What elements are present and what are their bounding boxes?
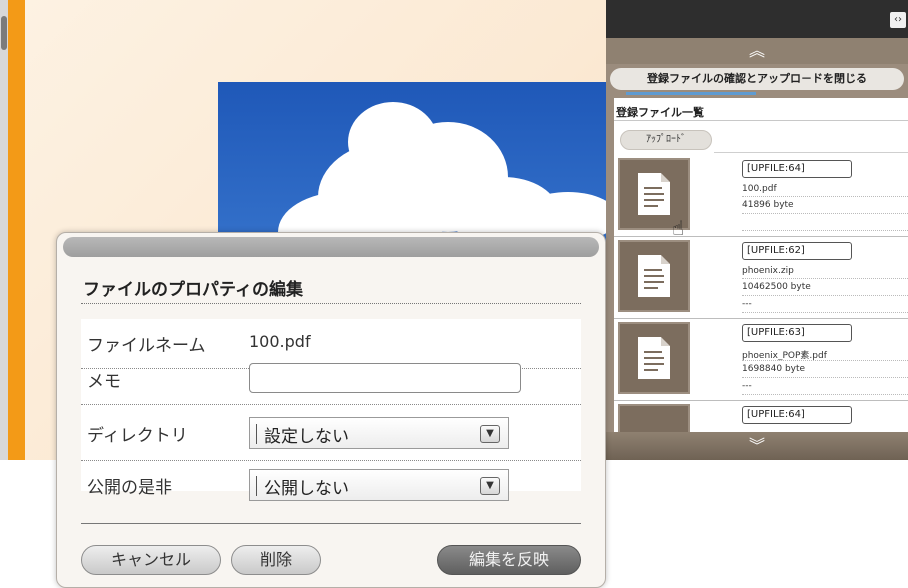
file-code-field[interactable]: [UPFILE:62] <box>742 242 852 260</box>
file-list: 登録ファイル一覧 ｱｯﾌﾟﾛｰﾄﾞ [UPFILE:64] 100.pdf 41… <box>614 98 908 432</box>
divider <box>714 152 908 153</box>
file-row[interactable]: [UPFILE:64] 100.pdf 41896 byte <box>614 156 908 238</box>
file-name: 100.pdf <box>742 184 777 194</box>
memo-row: メモ <box>81 353 581 405</box>
file-memo: --- <box>742 299 752 309</box>
delete-button[interactable]: 削除 <box>231 545 321 575</box>
file-code-field[interactable]: [UPFILE:64] <box>742 160 852 178</box>
directory-label: ディレクトリ <box>87 426 188 446</box>
file-code-field[interactable]: [UPFILE:63] <box>742 324 852 342</box>
file-row[interactable]: [UPFILE:62] phoenix.zip 10462500 byte --… <box>614 238 908 320</box>
memo-label: メモ <box>87 372 121 392</box>
file-memo: --- <box>742 381 752 391</box>
memo-input[interactable] <box>249 363 521 393</box>
code-toggle-icon[interactable]: ‹› <box>890 12 906 28</box>
file-row[interactable]: [UPFILE:63] phoenix_POP素.pdf 1698840 byt… <box>614 320 908 402</box>
file-size: 1698840 byte <box>742 364 806 374</box>
file-thumbnail[interactable] <box>618 322 690 394</box>
dialog-drag-bar[interactable] <box>63 237 599 257</box>
divider <box>81 303 581 304</box>
apply-edit-button[interactable]: 編集を反映 <box>437 545 581 575</box>
directory-row: ディレクトリ 設定しない ▼ <box>81 405 581 461</box>
scrollbar-thumb[interactable] <box>1 16 7 50</box>
upload-button[interactable]: ｱｯﾌﾟﾛｰﾄﾞ <box>620 130 712 150</box>
document-icon <box>638 173 670 215</box>
file-panel: ‹› ︽ 登録ファイルの確認とアップロ－ドを閉じる 登録ファイル一覧 ｱｯﾌﾟﾛ… <box>606 0 908 460</box>
divider <box>614 120 908 121</box>
hand-cursor-icon: ☝ <box>672 216 685 240</box>
directory-select[interactable]: 設定しない ▼ <box>249 417 509 449</box>
cancel-button[interactable]: キャンセル <box>81 545 221 575</box>
chevron-down-icon[interactable]: ▼ <box>480 477 500 495</box>
vertical-scrollbar[interactable] <box>0 0 8 460</box>
document-icon <box>638 255 670 297</box>
file-thumbnail[interactable] <box>618 404 690 432</box>
file-size: 41896 byte <box>742 200 794 210</box>
document-icon <box>638 337 670 379</box>
file-row[interactable]: [UPFILE:64] <box>614 402 908 432</box>
file-code-field[interactable]: [UPFILE:64] <box>742 406 852 424</box>
visibility-row: 公開の是非 公開しない ▼ <box>81 461 581 515</box>
panel-top-bar: ‹› <box>606 0 908 38</box>
page: ‹› ︽ 登録ファイルの確認とアップロ－ドを閉じる 登録ファイル一覧 ｱｯﾌﾟﾛ… <box>0 0 908 588</box>
directory-selected-value: 設定しない <box>264 427 349 447</box>
file-name: phoenix.zip <box>742 266 794 276</box>
filename-value: 100.pdf <box>249 332 311 351</box>
divider <box>81 523 581 524</box>
file-list-title: 登録ファイル一覧 <box>616 106 704 119</box>
properties-form: ファイルネーム 100.pdf メモ ディレクトリ 設定しない ▼ 公開の是非 <box>81 319 581 501</box>
accent-strip <box>8 0 25 460</box>
file-thumbnail[interactable] <box>618 240 690 312</box>
visibility-selected-value: 公開しない <box>264 479 349 499</box>
double-chevron-down-icon[interactable]: ︾ <box>606 432 908 460</box>
double-chevron-up-icon[interactable]: ︽ <box>606 38 908 64</box>
close-file-panel-button[interactable]: 登録ファイルの確認とアップロ－ドを閉じる <box>610 68 904 90</box>
progress-underline <box>626 92 756 95</box>
chevron-down-icon[interactable]: ▼ <box>480 425 500 443</box>
visibility-label: 公開の是非 <box>87 478 172 498</box>
dialog-title: ファイルのプロパティの編集 <box>83 280 303 300</box>
visibility-select[interactable]: 公開しない ▼ <box>249 469 509 501</box>
file-properties-dialog: ファイルのプロパティの編集 ファイルネーム 100.pdf メモ ディレクトリ … <box>56 232 606 588</box>
file-size: 10462500 byte <box>742 282 811 292</box>
